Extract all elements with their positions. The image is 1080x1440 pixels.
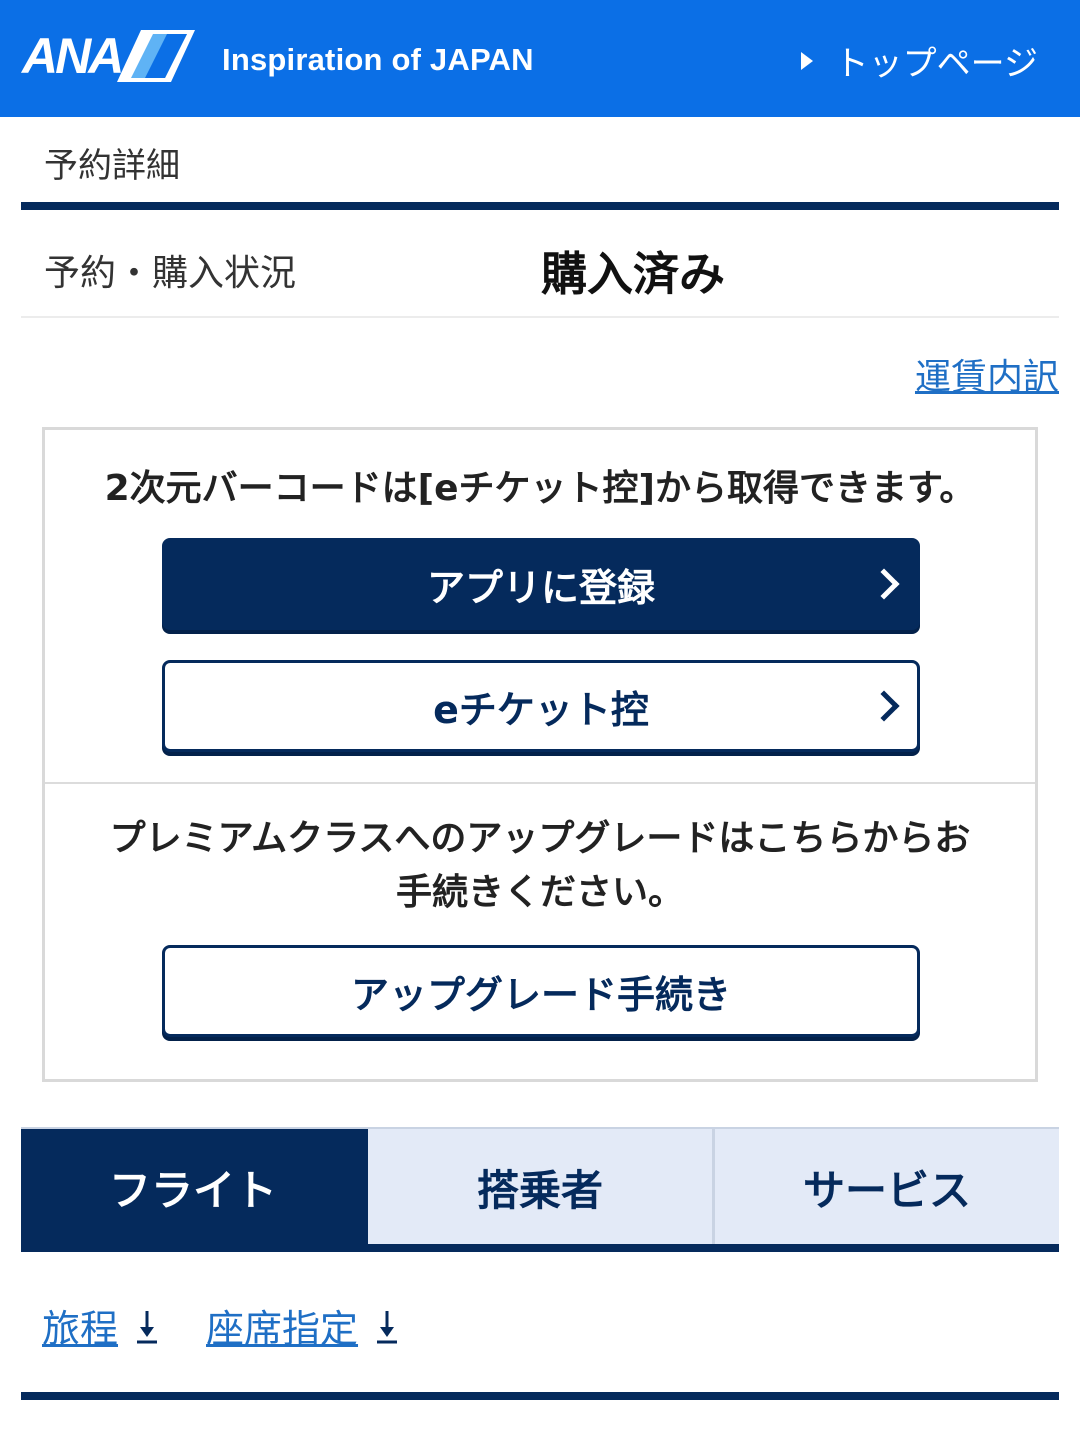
section-divider — [21, 202, 1059, 210]
status-label: 予約・購入状況 — [44, 253, 297, 294]
anchor-itinerary[interactable]: 旅程 — [42, 1298, 158, 1353]
panel-divider — [45, 782, 1035, 784]
booking-status-row: 予約・購入状況 購入済み — [21, 210, 1059, 318]
chevron-right-icon — [868, 568, 900, 600]
ticket-actions-panel: 2次元バーコードは[eチケット控]から取得できます。 アプリに登録 eチケット控… — [42, 427, 1038, 1082]
play-triangle-icon — [800, 51, 813, 70]
ana-logo[interactable]: ANA — [22, 28, 197, 84]
tab-flight[interactable]: フライト — [21, 1129, 368, 1245]
ana-wing-icon — [117, 30, 196, 82]
upgrade-info-text-line2: 手続きください。 — [395, 872, 684, 913]
tab-services[interactable]: サービス — [715, 1129, 1059, 1245]
section-divider — [21, 1392, 1059, 1400]
detail-tabs: フライト 搭乗者 サービス — [21, 1127, 1059, 1245]
register-app-button[interactable]: アプリに登録 — [162, 538, 920, 630]
arrow-down-icon — [136, 1307, 158, 1345]
site-header: ANA Inspiration of JAPAN トップページ — [0, 0, 1080, 117]
page-title: 予約詳細 — [44, 146, 180, 186]
status-value: 購入済み — [541, 247, 725, 301]
eticket-receipt-button-label: eチケット控 — [433, 687, 649, 732]
top-page-link-label: トップページ — [834, 44, 1038, 84]
register-app-button-label: アプリに登録 — [426, 565, 655, 610]
ana-logo-text: ANA — [22, 28, 124, 84]
chevron-right-icon — [868, 690, 900, 722]
brand-tagline: Inspiration of JAPAN — [222, 42, 534, 77]
fare-breakdown-link[interactable]: 運賃内訳 — [915, 348, 1059, 400]
tab-passengers[interactable]: 搭乗者 — [368, 1129, 715, 1245]
arrow-down-icon — [376, 1307, 398, 1345]
upgrade-procedure-button-label: アップグレード手続き — [350, 972, 731, 1017]
tabs-underline — [21, 1244, 1059, 1252]
upgrade-procedure-button[interactable]: アップグレード手続き — [162, 945, 920, 1037]
anchor-itinerary-label: 旅程 — [42, 1307, 119, 1351]
anchor-seat-selection[interactable]: 座席指定 — [206, 1298, 398, 1353]
upgrade-info-text-line1: プレミアムクラスへのアップグレードはこちらからお — [109, 818, 971, 859]
eticket-receipt-button[interactable]: eチケット控 — [162, 660, 920, 752]
anchor-seat-selection-label: 座席指定 — [206, 1307, 359, 1351]
top-page-link[interactable]: トップページ — [800, 36, 1038, 85]
section-anchor-links: 旅程 座席指定 — [42, 1298, 446, 1353]
barcode-info-text: 2次元バーコードは[eチケット控]から取得できます。 — [104, 468, 976, 509]
